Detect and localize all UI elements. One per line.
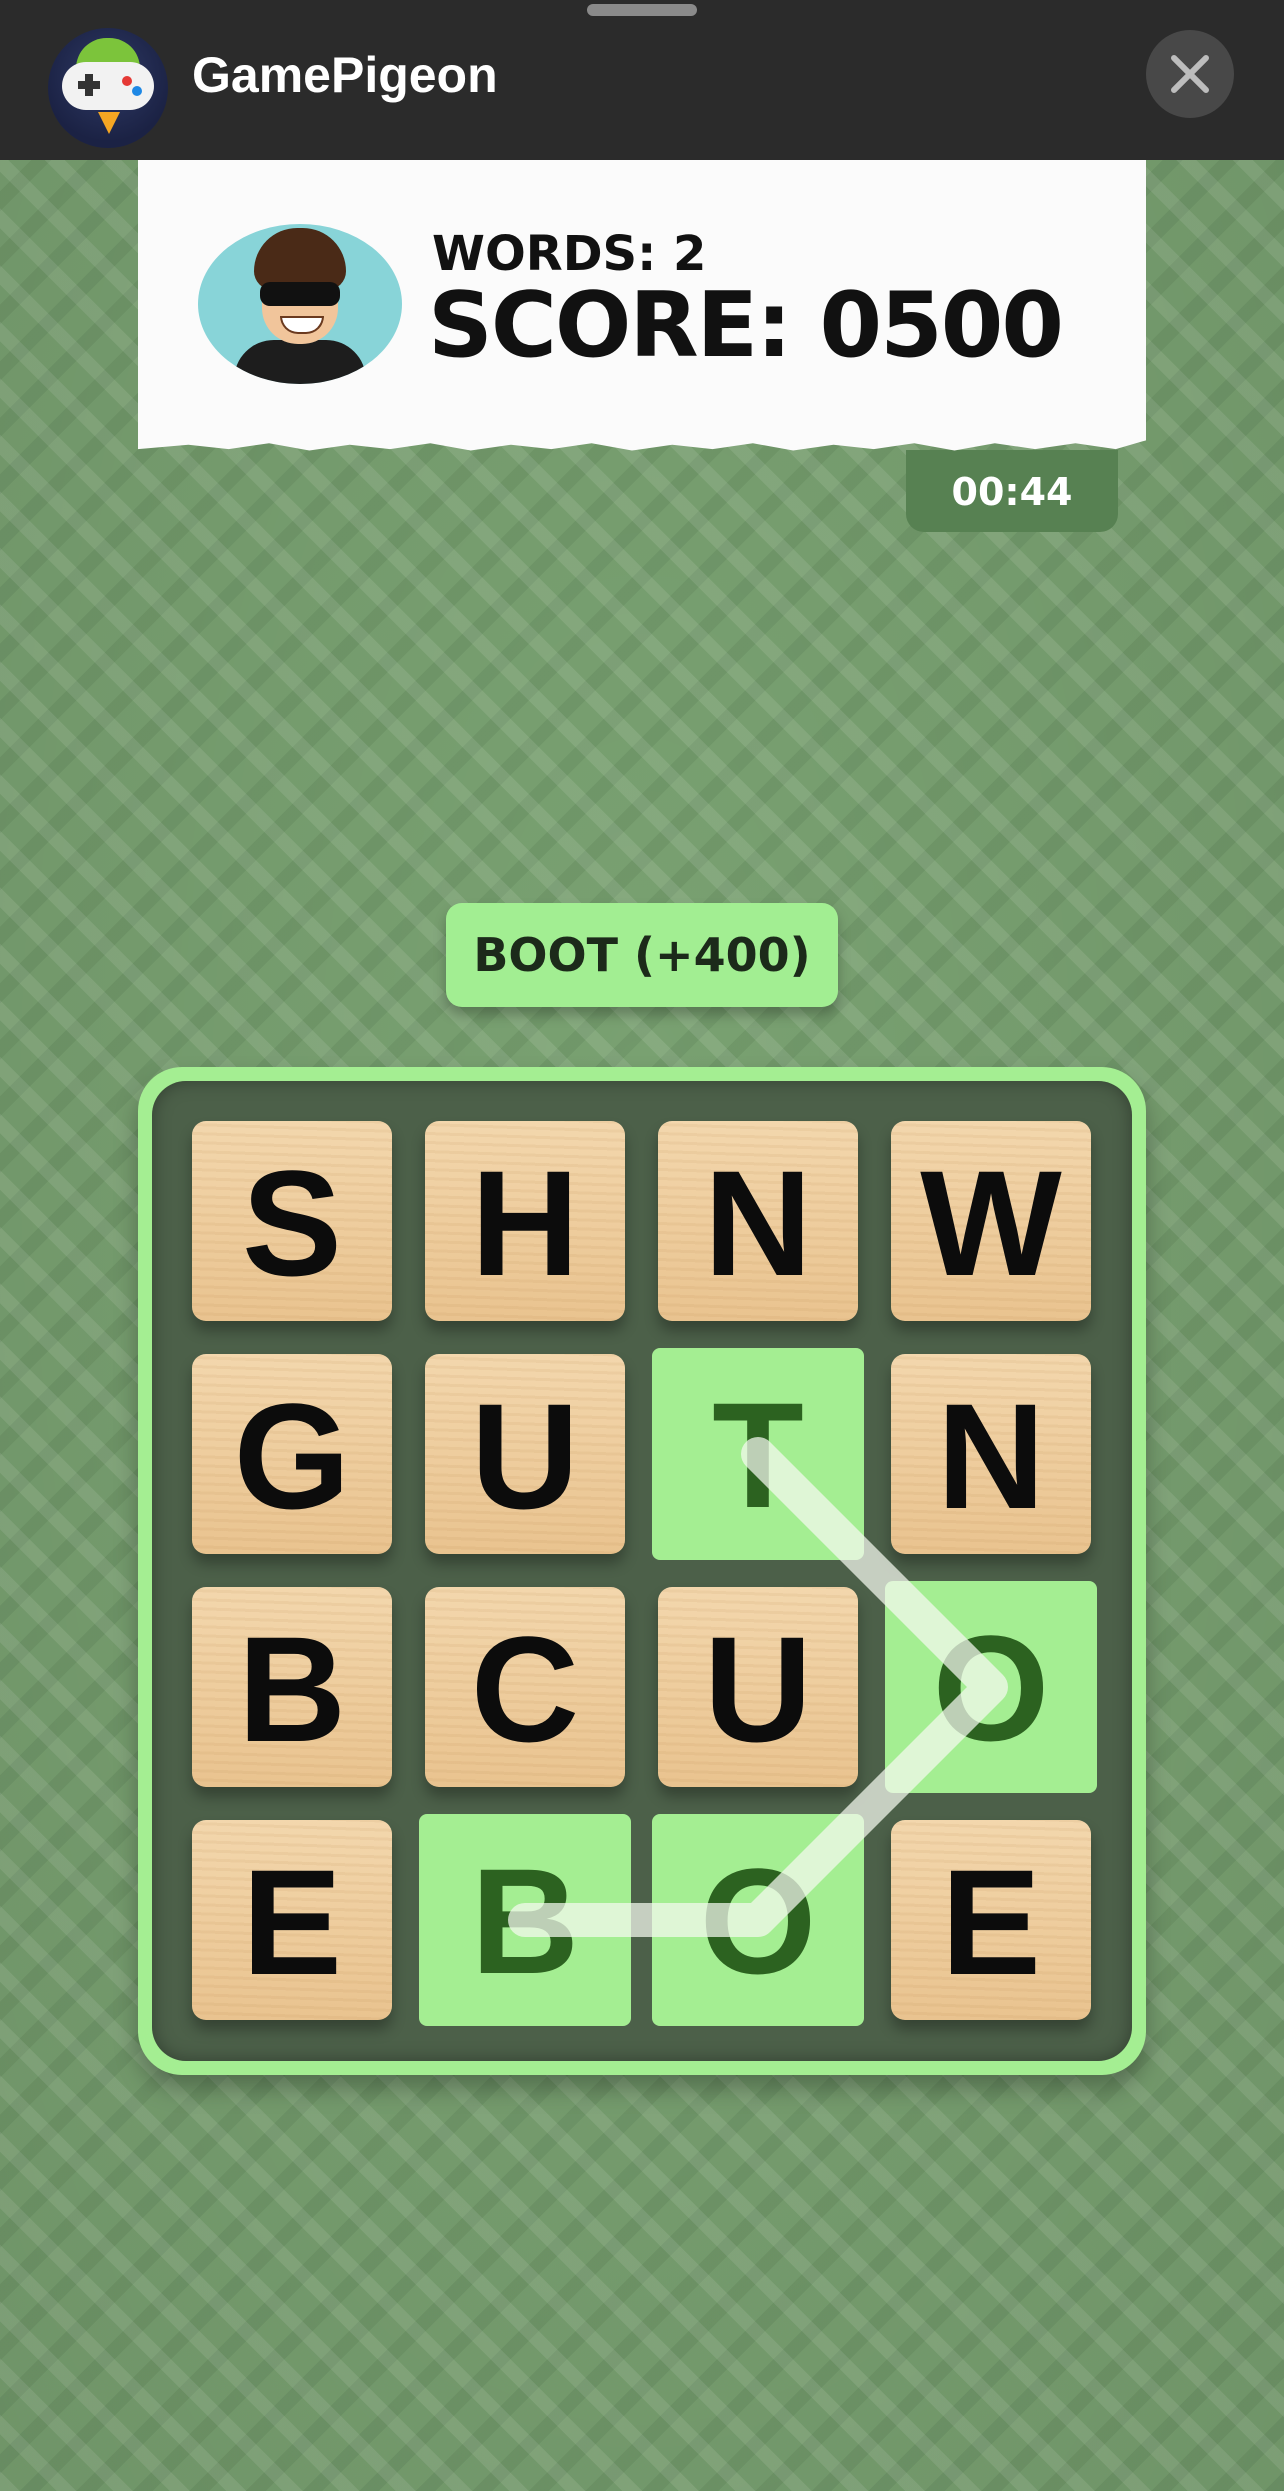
close-button[interactable] [1146,30,1234,118]
player-avatar [198,224,402,384]
letter-tile-r3c2[interactable]: C [425,1587,625,1787]
letter-tile-r1c4[interactable]: W [891,1121,1091,1321]
letter-tile-r3c3[interactable]: U [658,1587,858,1787]
letter-tile-r1c1[interactable]: S [192,1121,392,1321]
letter-tile-r2c3[interactable]: T [652,1348,864,1560]
sheet-grabber-handle[interactable] [587,4,697,16]
letter-tile-r2c4[interactable]: N [891,1354,1091,1554]
letter-tile-r3c1[interactable]: B [192,1587,392,1787]
letter-tile-r4c4[interactable]: E [891,1820,1091,2020]
letter-board: SHNWGUTNBCUOEBOE [138,1067,1146,2075]
close-icon [1171,55,1209,93]
app-header-bar: GamePigeon [0,0,1284,160]
board-grid: SHNWGUTNBCUOEBOE [152,1081,1132,2061]
score-card: WORDS: 2 SCORE: 0500 [138,160,1146,451]
letter-tile-r4c3[interactable]: O [652,1814,864,2026]
letter-tile-r4c2[interactable]: B [419,1814,631,2026]
app-title: GamePigeon [192,47,498,103]
countdown-timer: 00:44 [906,450,1118,532]
found-word-badge: BOOT (+400) [446,903,838,1007]
score-value: SCORE: 0500 [428,273,1064,378]
letter-tile-r2c1[interactable]: G [192,1354,392,1554]
letter-tile-r1c3[interactable]: N [658,1121,858,1321]
letter-tile-r1c2[interactable]: H [425,1121,625,1321]
letter-tile-r3c4[interactable]: O [885,1581,1097,1793]
gamepigeon-logo-icon [48,28,168,148]
letter-tile-r2c2[interactable]: U [425,1354,625,1554]
letter-tile-r4c1[interactable]: E [192,1820,392,2020]
